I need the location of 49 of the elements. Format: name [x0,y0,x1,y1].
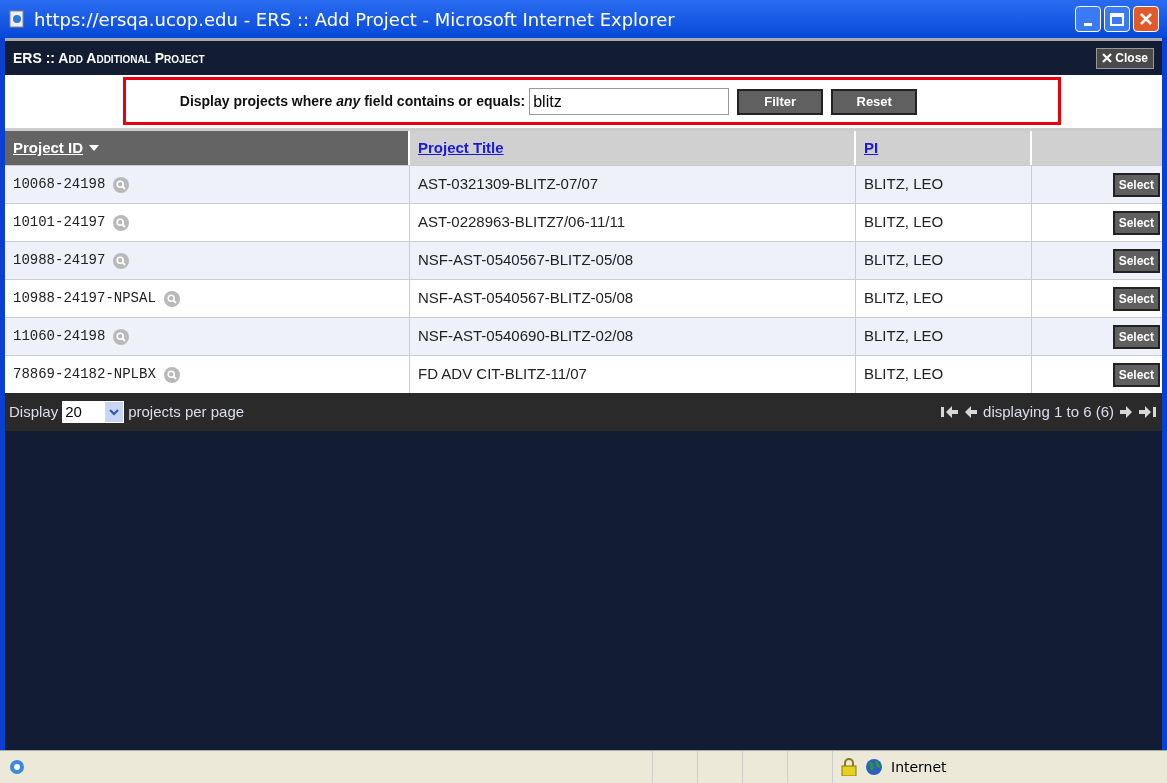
first-page-icon[interactable] [941,406,959,418]
column-link[interactable]: PI [864,136,879,160]
per-page-select[interactable]: 20 [62,401,125,423]
magnifier-icon[interactable] [113,214,130,231]
close-icon [1102,53,1113,63]
close-button[interactable]: Close [1096,47,1154,69]
column-header[interactable]: Project ID [5,131,410,165]
close-icon [1139,12,1153,26]
select-button[interactable]: Select [1112,324,1160,349]
filter-input[interactable]: blitz [529,88,730,115]
next-page-icon[interactable] [1120,406,1133,418]
zone-label: Internet [891,757,947,777]
magnifier-icon[interactable] [113,328,130,345]
browser-icon [8,758,26,776]
display-label: Display [9,401,59,422]
filter-button[interactable]: Reset [831,88,918,115]
magnifier-icon[interactable] [163,290,180,307]
project-id: 78869-24182-NPLBX [13,365,156,384]
magnifier-icon[interactable] [113,176,130,193]
magnifier-icon[interactable] [113,252,130,269]
select-button[interactable]: Select [1112,172,1160,197]
select-button[interactable]: Select [1112,362,1160,387]
paging-info: displaying 1 to 6 (6) [983,401,1114,422]
window-title: https://ersqa.ucop.edu - ERS :: Add Project - Microsoft Internet Explorer [34,7,675,32]
chevron-down-icon [109,408,120,416]
maximize-button[interactable] [1104,6,1130,32]
project-id: 10101-24197 [13,213,106,232]
filter-button[interactable]: Filter [737,88,824,115]
project-id: 10988-24197 [13,251,106,270]
close-window-button[interactable] [1133,6,1159,32]
project-id: 11060-24198 [13,327,106,346]
globe-icon [865,758,883,776]
select-button[interactable]: Select [1112,286,1160,311]
column-link[interactable]: Project Title [418,136,504,160]
filter-label: Display projects where any field contains or equals: [179,92,526,111]
column-link[interactable]: Project ID [13,136,84,160]
previous-page-icon[interactable] [964,406,978,418]
sort-caret-icon [89,145,100,151]
minimize-button[interactable] [1075,6,1101,32]
page-icon [8,10,26,28]
project-id: 10988-24197-NPSAL [13,289,156,308]
lock-icon [841,758,857,776]
per-page-label: projects per page [128,401,245,422]
select-button[interactable]: Select [1112,248,1160,273]
magnifier-icon[interactable] [163,366,180,383]
project-id: 10068-24198 [13,175,106,194]
select-button[interactable]: Select [1112,210,1160,235]
last-page-icon[interactable] [1139,406,1156,418]
dialog-title: ERS :: Add Additional Project [13,48,205,68]
